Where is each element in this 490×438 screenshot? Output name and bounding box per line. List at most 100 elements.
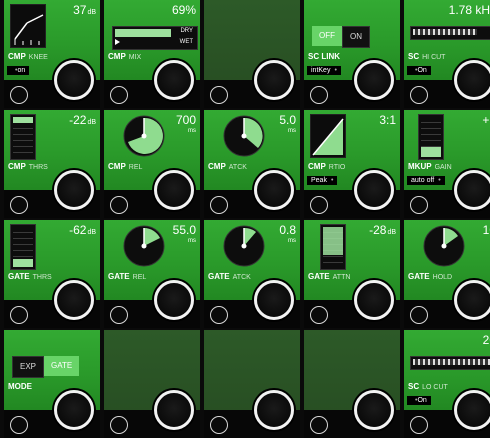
rel-value: 700 (175, 113, 196, 127)
ratio-knob[interactable] (354, 170, 394, 210)
gate-rel-knob[interactable] (154, 280, 194, 320)
thrs-small-knob[interactable] (10, 196, 28, 214)
gate-atck-dial (222, 224, 266, 268)
ratio-small-knob[interactable] (310, 196, 328, 214)
gate-rel-small-knob[interactable] (110, 306, 128, 324)
empty-small-knob (210, 86, 228, 104)
atck-knob[interactable] (254, 170, 294, 210)
hold-value: 10 (482, 223, 490, 237)
atck-dial (222, 114, 266, 158)
attn-knob[interactable] (354, 280, 394, 320)
mkup-gain-title: MKUP GAIN (408, 162, 452, 171)
knee-knob[interactable] (54, 60, 94, 100)
gate-thrs-title: GATE THRS (8, 272, 52, 281)
lo-cut-knob[interactable] (454, 390, 490, 430)
hi-cut-knob[interactable] (454, 60, 490, 100)
cmp-thrs-title: CMP THRS (8, 162, 48, 171)
cmp-thrs-cell[interactable]: -22dB CMP THRS (4, 110, 100, 218)
sc-hi-cut-cell[interactable]: 1.78 kHz SCHI CUT •On (404, 0, 490, 108)
mode-small-knob[interactable] (10, 416, 28, 434)
knee-toggle[interactable]: •on (7, 66, 30, 75)
thrs-value: -22dB (69, 113, 96, 127)
gate-attn-cell[interactable]: -28dB GATE ATTN (304, 220, 400, 328)
gate-atck-cell[interactable]: 0.8 ms GATE ATCK (204, 220, 300, 328)
mix-bar: DRY WET (112, 26, 198, 50)
ratio-mode[interactable]: Peak • (307, 176, 338, 185)
attn-meter (320, 224, 346, 270)
empty-small-knob (310, 416, 328, 434)
sc-link-toggle: OFF ON (312, 26, 370, 48)
mode-cell[interactable]: EXP GATE MODE (4, 330, 100, 438)
cmp-atck-cell[interactable]: 5.0 ms CMP ATCK (204, 110, 300, 218)
hi-cut-bar (410, 26, 490, 40)
sc-link-knob[interactable] (354, 60, 394, 100)
sc-link-small-knob[interactable] (310, 86, 328, 104)
empty-cell (204, 0, 300, 108)
gain-value: +6 (482, 113, 490, 127)
cmp-knee-cell[interactable]: 37dB CMP KNEE •on (4, 0, 100, 108)
gate-rel-cell[interactable]: 55.0 ms GATE REL (104, 220, 200, 328)
gate-rel-dial (122, 224, 166, 268)
sc-link-off-button[interactable]: OFF (312, 26, 342, 46)
attn-small-knob[interactable] (310, 306, 328, 324)
gain-knob[interactable] (454, 170, 490, 210)
empty-small-knob (210, 416, 228, 434)
ratio-graph (310, 114, 346, 158)
empty-knob (354, 390, 394, 430)
mode-exp-button[interactable]: EXP (12, 356, 45, 378)
gate-atck-knob[interactable] (254, 280, 294, 320)
empty-knob (154, 390, 194, 430)
sc-link-cell[interactable]: OFF ON SC LINK intKey • (304, 0, 400, 108)
cmp-ratio-cell[interactable]: 3:1 CMP RTIO Peak • (304, 110, 400, 218)
attn-value: -28dB (369, 223, 396, 237)
cmp-rel-cell[interactable]: 700 ms CMP REL (104, 110, 200, 218)
mode-gate-button[interactable]: GATE (44, 356, 80, 376)
cmp-knee-title: CMP KNEE (8, 52, 48, 61)
lo-cut-toggle[interactable]: •On (407, 396, 431, 405)
gain-meter (418, 114, 444, 160)
lo-cut-value: 20 (482, 333, 490, 347)
sc-lo-cut-cell[interactable]: 20 SCLO CUT •On (404, 330, 490, 438)
thrs-knob[interactable] (54, 170, 94, 210)
knee-value: 37dB (73, 3, 96, 17)
sc-lo-cut-title: SC LO CUT (408, 382, 448, 391)
atck-small-knob[interactable] (210, 196, 228, 214)
mix-knob[interactable] (154, 60, 194, 100)
hi-cut-small-knob[interactable] (410, 86, 428, 104)
gate-atck-small-knob[interactable] (210, 306, 228, 324)
gate-thrs-meter (10, 224, 36, 270)
knee-curve-display (10, 4, 46, 48)
hold-knob[interactable] (454, 280, 490, 320)
mix-small-knob[interactable] (110, 86, 128, 104)
gain-mode[interactable]: auto off • (407, 176, 445, 185)
gate-thrs-knob[interactable] (54, 280, 94, 320)
hold-small-knob[interactable] (410, 306, 428, 324)
lo-cut-small-knob[interactable] (410, 416, 428, 434)
hi-cut-value: 1.78 kHz (448, 3, 490, 17)
cmp-atck-title: CMP ATCK (208, 162, 247, 171)
gate-atck-value: 0.8 (279, 223, 296, 237)
gate-thrs-small-knob[interactable] (10, 306, 28, 324)
gate-hold-cell[interactable]: 10 GATEHOLD (404, 220, 490, 328)
atck-value: 5.0 (279, 113, 296, 127)
mode-title: MODE (8, 382, 32, 391)
rel-knob[interactable] (154, 170, 194, 210)
hi-cut-toggle[interactable]: •On (407, 66, 431, 75)
gate-hold-title: GATE HOLD (408, 272, 453, 281)
mkup-gain-cell[interactable]: +6 MKUPGAIN auto off• (404, 110, 490, 218)
dynamics-control-grid: 37dB CMP KNEE •on 69% DRY WET CMP MIX OFF … (0, 0, 490, 438)
cmp-mix-title: CMP MIX (108, 52, 142, 61)
sc-link-key[interactable]: intKey • (307, 66, 341, 75)
sc-link-on-button[interactable]: ON (342, 26, 370, 48)
gate-thrs-cell[interactable]: -62dB GATE THRS (4, 220, 100, 328)
rel-dial (122, 114, 166, 158)
gain-small-knob[interactable] (410, 196, 428, 214)
mix-value: 69% (171, 3, 196, 17)
knee-small-knob[interactable] (10, 86, 28, 104)
mode-knob[interactable] (54, 390, 94, 430)
rel-small-knob[interactable] (110, 196, 128, 214)
cmp-mix-cell[interactable]: 69% DRY WET CMP MIX (104, 0, 200, 108)
cmp-rel-title: CMP REL (108, 162, 143, 171)
ratio-value: 3:1 (379, 113, 396, 127)
gate-attn-title: GATE ATTN (308, 272, 351, 281)
